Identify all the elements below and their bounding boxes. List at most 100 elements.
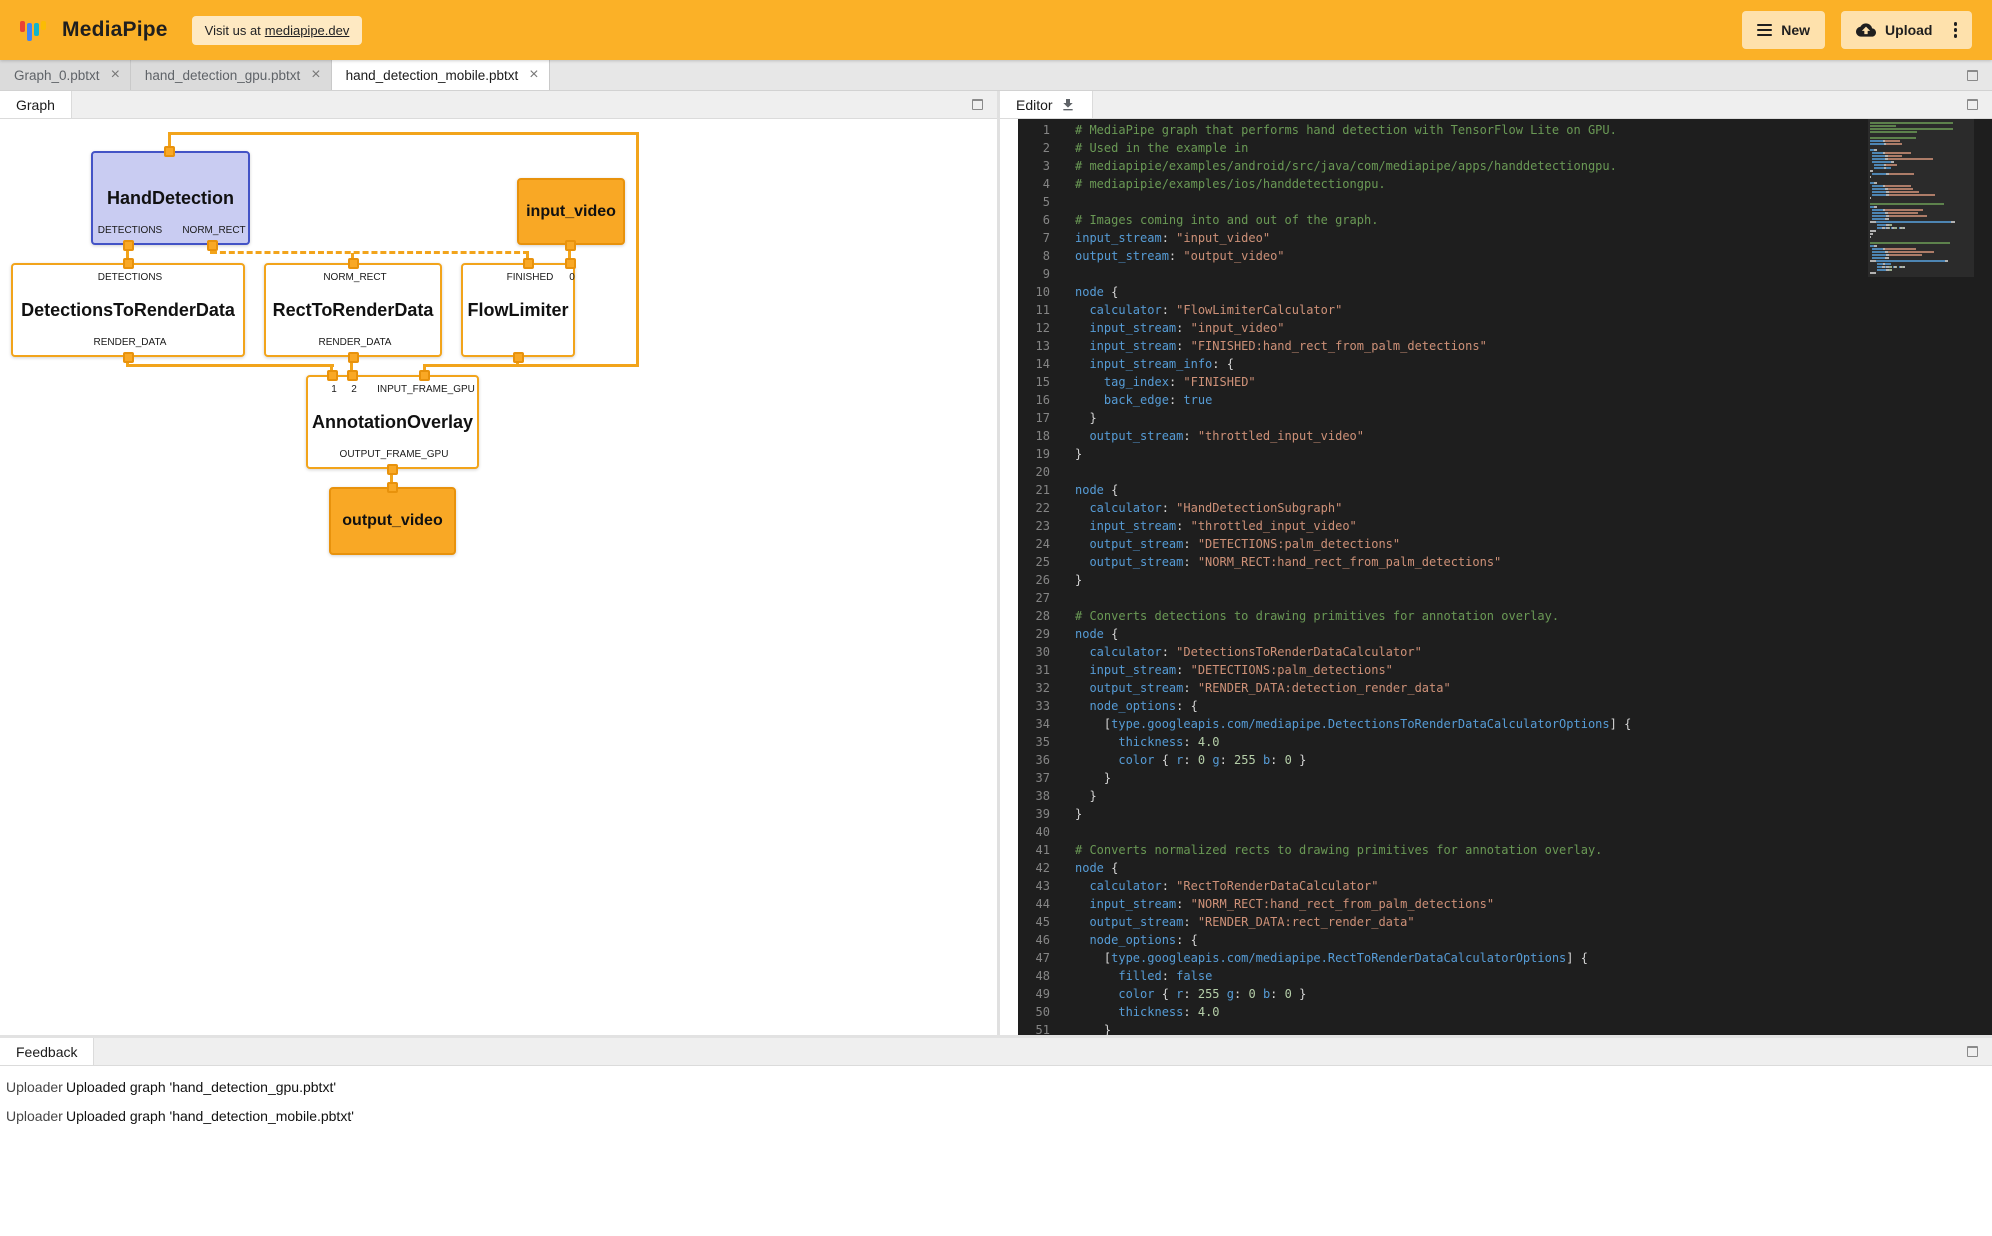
line-content: # mediapipie/examples/android/src/java/c…	[1058, 157, 1617, 175]
line-number: 2	[1018, 139, 1058, 157]
minimap-line	[1870, 128, 1966, 130]
line-number: 45	[1018, 913, 1058, 931]
code-line: 50 thickness: 4.0	[1018, 1003, 1852, 1021]
tab-graph[interactable]: Graph	[0, 91, 72, 118]
minimap-line	[1870, 194, 1966, 196]
code-line: 16 back_edge: true	[1018, 391, 1852, 409]
node-title: DetectionsToRenderData	[21, 300, 235, 321]
minimap-line	[1870, 263, 1966, 265]
line-content: thickness: 4.0	[1058, 733, 1220, 751]
app-title: MediaPipe	[62, 18, 168, 42]
line-content: node {	[1058, 625, 1118, 643]
kebab-menu-icon[interactable]	[1948, 22, 1958, 38]
code-line: 44 input_stream: "NORM_RECT:hand_rect_fr…	[1018, 895, 1852, 913]
graph-node-rect-to-render-data[interactable]: RectToRenderData NORM_RECT RENDER_DATA	[264, 263, 442, 357]
minimap-line	[1870, 251, 1966, 253]
code-line: 19}	[1018, 445, 1852, 463]
line-number: 51	[1018, 1021, 1058, 1035]
line-number: 22	[1018, 499, 1058, 517]
new-button[interactable]: New	[1742, 11, 1825, 49]
line-number: 49	[1018, 985, 1058, 1003]
line-number: 23	[1018, 517, 1058, 535]
port-label: NORM_RECT	[182, 225, 245, 236]
file-tab[interactable]: hand_detection_mobile.pbtxt×	[332, 60, 550, 90]
graph-node-detections-to-render-data[interactable]: DetectionsToRenderDataDETECTIONSRENDER_D…	[11, 263, 245, 357]
minimap-line	[1870, 245, 1966, 247]
close-tab-icon[interactable]: ×	[529, 67, 538, 83]
feedback-panel-header: Feedback	[0, 1038, 1992, 1066]
graph-node-hand-detection[interactable]: HandDetectionDETECTIONSNORM_RECT	[91, 151, 250, 245]
line-number: 14	[1018, 355, 1058, 373]
graph-node-input-video[interactable]: input_video	[517, 178, 625, 245]
graph-edge	[126, 364, 334, 367]
feedback-source: Uploader	[0, 1079, 66, 1095]
minimap-line	[1870, 191, 1966, 193]
close-tab-icon[interactable]: ×	[311, 67, 320, 83]
minimap-line	[1870, 206, 1966, 208]
line-number: 46	[1018, 931, 1058, 949]
line-number: 17	[1018, 409, 1058, 427]
new-button-label: New	[1781, 22, 1810, 38]
code-line: 4# mediapipie/examples/ios/handdetection…	[1018, 175, 1852, 193]
download-icon[interactable]	[1060, 97, 1076, 113]
line-number: 11	[1018, 301, 1058, 319]
minimap-line	[1870, 200, 1966, 202]
feedback-row: UploaderUploaded graph 'hand_detection_m…	[0, 1101, 1992, 1130]
minimap-line	[1870, 266, 1966, 268]
line-content: node_options: {	[1058, 697, 1198, 715]
line-content: # MediaPipe graph that performs hand det…	[1058, 121, 1617, 139]
close-tab-icon[interactable]: ×	[111, 67, 120, 83]
line-content: }	[1058, 1021, 1111, 1035]
minimap-line	[1870, 236, 1966, 238]
code-line: 42node {	[1018, 859, 1852, 877]
graph-panel: Graph HandDetectionDETECTIONSNORM_RECT in…	[0, 91, 997, 1035]
file-tab[interactable]: hand_detection_gpu.pbtxt×	[131, 60, 332, 90]
minimap-line	[1870, 158, 1966, 160]
line-content: calculator: "HandDetectionSubgraph"	[1058, 499, 1342, 517]
line-content: output_stream: "DETECTIONS:palm_detectio…	[1058, 535, 1400, 553]
mediapipe-dev-link[interactable]: mediapipe.dev	[265, 23, 350, 38]
graph-edge	[211, 251, 529, 254]
maximize-graph-panel-icon[interactable]	[972, 99, 983, 110]
minimap-line	[1870, 239, 1966, 241]
mediapipe-visualizer: MediaPipe Visit us at mediapipe.dev New …	[0, 0, 1992, 1236]
file-tab-spacer	[550, 60, 1967, 90]
graph-node-output-video[interactable]: output_video	[329, 487, 456, 555]
minimap[interactable]	[1870, 122, 1966, 275]
code-line: 1# MediaPipe graph that performs hand de…	[1018, 121, 1852, 139]
line-content: calculator: "DetectionsToRenderDataCalcu…	[1058, 643, 1422, 661]
graph-edge	[423, 364, 639, 367]
port-label: 1	[331, 384, 337, 395]
tab-editor[interactable]: Editor	[1000, 91, 1093, 118]
line-number: 50	[1018, 1003, 1058, 1021]
upload-button[interactable]: Upload	[1841, 11, 1972, 49]
tab-feedback[interactable]: Feedback	[0, 1038, 94, 1065]
line-content: input_stream: "input_video"	[1058, 229, 1270, 247]
editor-panel-header: Editor	[1000, 91, 1992, 119]
graph-node-flow-limiter[interactable]: FlowLimiterFINISHED0	[461, 263, 575, 357]
code-line: 18 output_stream: "throttled_input_video…	[1018, 427, 1852, 445]
maximize-feedback-panel-icon[interactable]	[1967, 1046, 1978, 1057]
code-line: 47 [type.googleapis.com/mediapipe.RectTo…	[1018, 949, 1852, 967]
line-number: 20	[1018, 463, 1058, 481]
line-number: 39	[1018, 805, 1058, 823]
code-editor[interactable]: 1# MediaPipe graph that performs hand de…	[1018, 119, 1992, 1035]
maximize-tabs-icon[interactable]	[1967, 70, 1978, 81]
port-label: RENDER_DATA	[319, 337, 392, 348]
line-number: 5	[1018, 193, 1058, 211]
graph-node-annotation-overlay[interactable]: AnnotationOverlay12INPUT_FRAME_GPUOUTPUT…	[306, 375, 479, 469]
line-content: output_stream: "throttled_input_video"	[1058, 427, 1364, 445]
maximize-editor-panel-icon[interactable]	[1967, 99, 1978, 110]
code-line: 8output_stream: "output_video"	[1018, 247, 1852, 265]
file-tab-label: Graph_0.pbtxt	[14, 68, 100, 83]
file-tab[interactable]: Graph_0.pbtxt ×	[0, 60, 131, 90]
minimap-line	[1870, 185, 1966, 187]
node-title: RectToRenderData	[273, 300, 434, 321]
line-content: }	[1058, 805, 1082, 823]
line-content: node {	[1058, 481, 1118, 499]
port-label: NORM_RECT	[323, 272, 386, 283]
graph-canvas[interactable]: HandDetectionDETECTIONSNORM_RECT input_vi…	[0, 119, 997, 1035]
line-number: 13	[1018, 337, 1058, 355]
minimap-line	[1870, 179, 1966, 181]
minimap-line	[1870, 197, 1966, 199]
